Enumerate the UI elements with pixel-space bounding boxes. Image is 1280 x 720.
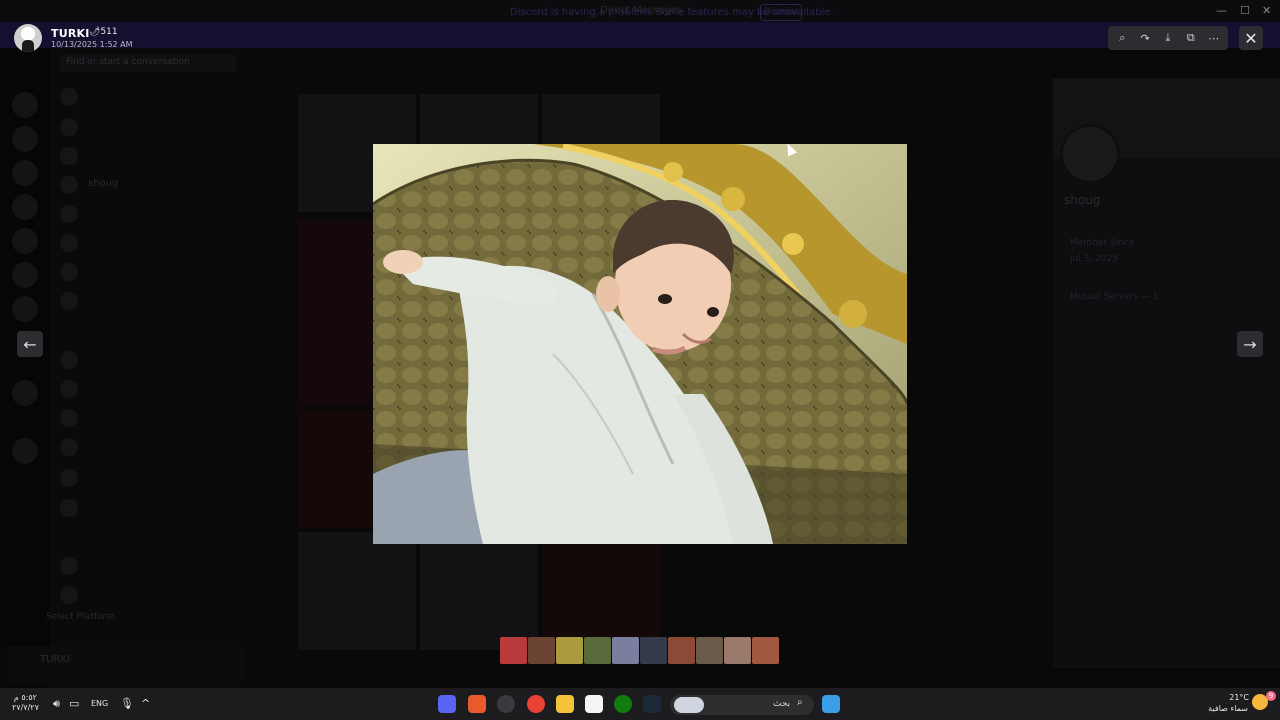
background-media-tile [420, 532, 538, 650]
chevron-up-icon[interactable]: ^ [141, 697, 150, 710]
more-icon[interactable]: ⋯ [1204, 28, 1224, 48]
weather-temperature[interactable]: 21°C [1225, 693, 1249, 702]
thumbnail[interactable] [640, 637, 667, 664]
brave-app-icon[interactable] [468, 695, 486, 713]
message-timestamp: 10/13/2025 1:52 AM [51, 40, 133, 49]
background-server-icon [12, 160, 38, 186]
arrow-right-icon: → [1243, 334, 1257, 354]
close-icon: ✕ [1244, 28, 1258, 48]
clock-time: ٥:٥٢ م [13, 693, 37, 702]
thumbnail[interactable] [500, 637, 527, 664]
taskbar-clock[interactable]: ٥:٥٢ م ٢٧/٧/٢٧ [12, 693, 39, 713]
background-notice-bar [0, 22, 1280, 48]
background-dm-row [58, 261, 238, 283]
background-member-since-label: Member Since [1070, 238, 1135, 248]
steam-app-icon[interactable] [643, 695, 661, 713]
weather-description[interactable]: سماء صافية [1196, 704, 1248, 713]
forward-icon[interactable]: ↷ [1135, 28, 1155, 48]
background-server-icon [12, 262, 38, 288]
thumbnail[interactable] [696, 637, 723, 664]
thumbnail[interactable] [584, 637, 611, 664]
thumbnail[interactable] [612, 637, 639, 664]
background-dm-row [58, 290, 238, 312]
background-dm-row [58, 584, 238, 606]
background-dm-row [58, 86, 238, 108]
network-icon[interactable]: ▭ [69, 697, 79, 710]
background-dm-row [58, 232, 238, 254]
thumbnail[interactable] [556, 637, 583, 664]
thumbnail[interactable] [752, 637, 779, 664]
microphone-icon[interactable]: 🎙︎ [120, 697, 134, 710]
viewer-image[interactable] [373, 144, 907, 544]
taskbar [0, 688, 1280, 720]
arrow-left-icon: ← [23, 334, 37, 354]
download-icon[interactable]: ⤓ [1158, 28, 1178, 48]
author-avatar[interactable] [14, 24, 42, 52]
background-server-icon [12, 228, 38, 254]
thumbnail-strip [500, 637, 779, 664]
background-select-platform: Select Platform [46, 612, 115, 622]
background-mutual-servers: Mutual Servers — 1 [1070, 292, 1159, 302]
app-icon[interactable] [497, 695, 515, 713]
background-dm-row [58, 349, 238, 371]
background-server-icon [12, 296, 38, 322]
xbox-app-icon[interactable] [614, 695, 632, 713]
background-server-icon [12, 92, 38, 118]
author-name[interactable]: TURKI [51, 27, 90, 40]
minimize-icon[interactable]: — [1216, 4, 1227, 17]
author-badge: 🌶511 [89, 27, 118, 37]
store-app-icon[interactable] [585, 695, 603, 713]
background-user-name: TURKI [40, 654, 70, 665]
cloud-icon [674, 697, 704, 713]
previous-image-button[interactable]: ← [17, 331, 43, 357]
viewer-toolbar: ⌕ ↷ ⤓ ⧉ ⋯ [1108, 26, 1228, 50]
open-external-icon[interactable]: ⧉ [1181, 28, 1201, 48]
search-label: بحث [773, 699, 791, 709]
language-indicator[interactable]: ENG [91, 699, 108, 708]
photo-illustration [373, 144, 907, 544]
background-dm-row [58, 203, 238, 225]
thumbnail[interactable] [668, 637, 695, 664]
background-dm-row [58, 145, 238, 167]
background-dm-row [58, 497, 238, 519]
background-server-icon [12, 380, 38, 406]
background-media-tile [542, 532, 660, 650]
clock-date: ٢٧/٧/٢٧ [12, 703, 39, 712]
background-profile-name: shoug [1064, 193, 1101, 207]
background-dm-row [58, 407, 238, 429]
search-icon: ⌕ [797, 697, 803, 708]
screen: Direct Messages — ☐ ✕ Discord is having … [0, 0, 1280, 720]
background-profile-avatar [1060, 124, 1120, 184]
zoom-icon[interactable]: ⌕ [1112, 28, 1132, 48]
start-icon[interactable] [822, 695, 840, 713]
background-dm-row [58, 436, 238, 458]
background-server-icon [12, 194, 38, 220]
file-explorer-icon[interactable] [556, 695, 574, 713]
background-dm-row [58, 378, 238, 400]
background-server-icon [12, 126, 38, 152]
background-dm-row [58, 555, 238, 577]
discord-app-icon[interactable] [438, 695, 456, 713]
next-image-button[interactable]: → [1237, 331, 1263, 357]
maximize-icon[interactable]: ☐ [1240, 4, 1250, 17]
chrome-app-icon[interactable] [527, 695, 545, 713]
thumbnail[interactable] [724, 637, 751, 664]
window-close-icon[interactable]: ✕ [1262, 4, 1271, 17]
background-dm-row [58, 116, 238, 138]
background-server-icon [12, 438, 38, 464]
notification-badge[interactable]: 9 [1266, 691, 1276, 701]
background-notice-button: Dismiss [760, 4, 802, 21]
background-member-since-date: Jul 3, 2025 [1070, 254, 1119, 264]
background-dm-row: shoug [58, 174, 238, 196]
background-search: Find or start a conversation [60, 54, 236, 72]
volume-icon[interactable]: 🔊︎ [53, 697, 60, 711]
thumbnail[interactable] [528, 637, 555, 664]
background-media-tile [298, 532, 416, 650]
background-dm-row [58, 467, 238, 489]
close-viewer-button[interactable]: ✕ [1239, 26, 1263, 50]
